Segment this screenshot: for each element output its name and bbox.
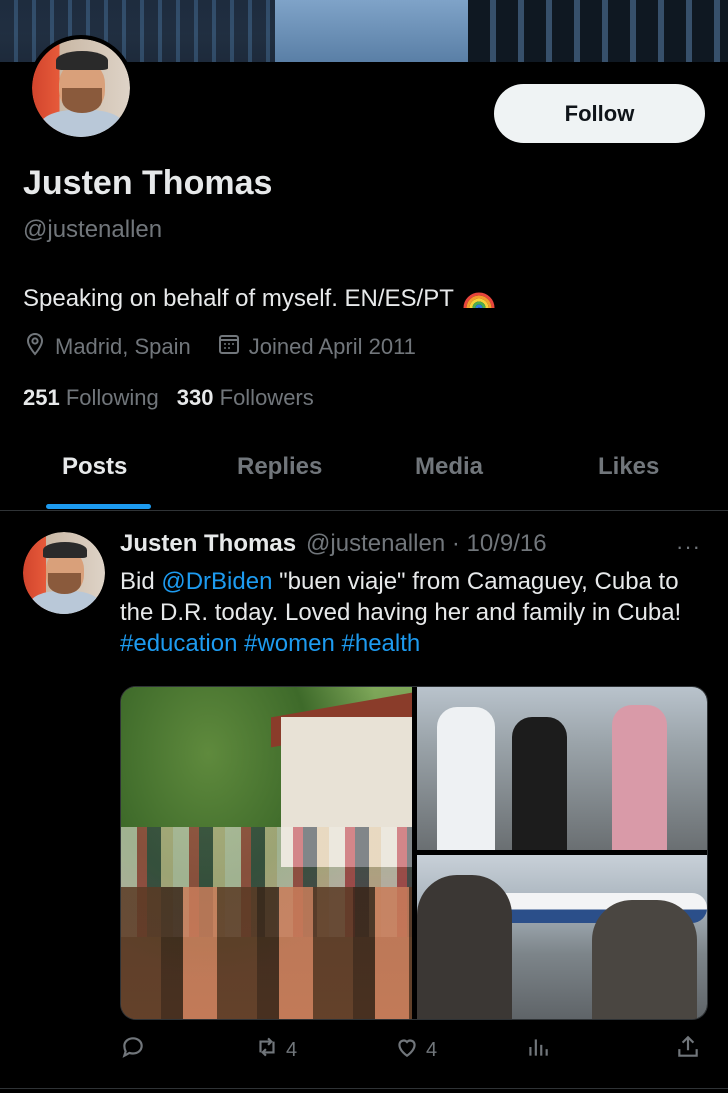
repost-icon bbox=[254, 1034, 280, 1066]
hashtag-link[interactable]: #education bbox=[120, 630, 237, 657]
share-icon bbox=[675, 1034, 701, 1066]
profile-counts: 251 Following 330 Followers bbox=[23, 385, 314, 411]
profile-avatar[interactable] bbox=[28, 35, 134, 141]
views-icon bbox=[525, 1034, 551, 1066]
tab-replies[interactable]: Replies bbox=[237, 453, 322, 481]
profile-bio: Speaking on behalf of myself. EN/ES/PT bbox=[23, 280, 496, 317]
post-image-airplane[interactable] bbox=[417, 855, 707, 1019]
following-link[interactable]: 251 Following bbox=[23, 385, 159, 411]
post-handle-date[interactable]: @justenallen · 10/9/16 bbox=[306, 530, 547, 558]
profile-tabs: Posts Replies Media Likes bbox=[0, 440, 728, 511]
tab-posts[interactable]: Posts bbox=[62, 453, 127, 481]
mention-link[interactable]: @DrBiden bbox=[161, 568, 272, 595]
avatar-photo bbox=[32, 39, 130, 137]
profile-handle: @justenallen bbox=[23, 216, 163, 243]
tab-likes[interactable]: Likes bbox=[598, 453, 659, 481]
reply-icon bbox=[120, 1034, 146, 1066]
follow-button[interactable]: Follow bbox=[494, 84, 705, 143]
share-button[interactable] bbox=[675, 1034, 701, 1066]
profile-joined: Joined April 2011 bbox=[248, 334, 416, 359]
post-author-avatar[interactable] bbox=[23, 532, 105, 614]
profile-location: Madrid, Spain bbox=[55, 334, 191, 359]
followers-link[interactable]: 330 Followers bbox=[177, 385, 314, 411]
tab-media[interactable]: Media bbox=[415, 453, 483, 481]
active-tab-indicator bbox=[46, 504, 151, 509]
post-header: Justen Thomas @justenallen · 10/9/16 bbox=[120, 530, 547, 558]
hashtag-link[interactable]: #women bbox=[244, 630, 335, 657]
profile-meta: Madrid, Spain Joined April 2011 bbox=[23, 332, 442, 362]
banner-sky bbox=[275, 0, 468, 62]
post-divider bbox=[0, 1088, 728, 1089]
profile-name: Justen Thomas bbox=[23, 164, 273, 202]
location-icon bbox=[23, 332, 47, 362]
post-image-interview[interactable] bbox=[417, 687, 707, 850]
calendar-icon bbox=[217, 332, 241, 362]
hashtag-link[interactable]: #health bbox=[342, 630, 421, 657]
repost-button[interactable]: 4 bbox=[254, 1034, 297, 1066]
post-author-name[interactable]: Justen Thomas bbox=[120, 530, 296, 558]
like-icon bbox=[394, 1034, 420, 1066]
bio-text: Speaking on behalf of myself. EN/ES/PT bbox=[23, 284, 454, 312]
post-text: Bid @DrBiden "buen viaje" from Camaguey,… bbox=[120, 568, 682, 657]
post-image-meeting[interactable] bbox=[121, 687, 412, 1019]
post-actions: 4 4 bbox=[120, 1030, 706, 1070]
banner-building-right bbox=[468, 0, 728, 62]
more-options-icon[interactable]: ··· bbox=[676, 534, 701, 560]
post-media-grid bbox=[120, 686, 708, 1020]
reply-button[interactable] bbox=[120, 1034, 152, 1066]
rainbow-icon bbox=[462, 280, 496, 317]
like-button[interactable]: 4 bbox=[394, 1034, 437, 1066]
views-button[interactable] bbox=[525, 1034, 551, 1066]
